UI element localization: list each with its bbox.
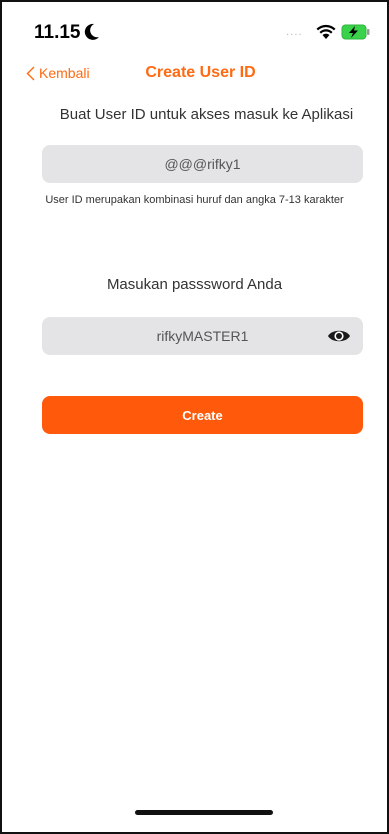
moon-icon — [84, 23, 99, 40]
navigation-bar: Kembali Create User ID — [2, 60, 387, 90]
password-input[interactable]: rifkyMASTER1 — [42, 317, 363, 355]
phone-screen: 11.15 ···· Kembali Create User ID Buat U… — [0, 0, 389, 834]
status-time: 11.15 — [34, 22, 81, 43]
status-bar: 11.15 ···· — [2, 2, 387, 64]
userid-value: @@@rifky1 — [164, 156, 241, 172]
home-indicator[interactable] — [135, 810, 273, 815]
userid-input[interactable]: @@@rifky1 — [42, 145, 363, 183]
userid-hint: User ID merupakan kombinasi huruf dan an… — [45, 194, 344, 206]
userid-instruction: Buat User ID untuk akses masuk ke Aplika… — [59, 106, 354, 123]
create-button[interactable]: Create — [42, 396, 363, 434]
page-title: Create User ID — [145, 64, 256, 81]
signal-dots-icon: ···· — [286, 30, 303, 41]
eye-icon[interactable] — [327, 325, 351, 347]
battery-charging-icon — [341, 24, 370, 40]
password-value: rifkyMASTER1 — [156, 328, 249, 344]
password-label: Masukan passsword Anda — [106, 276, 283, 293]
wifi-icon — [316, 24, 336, 39]
